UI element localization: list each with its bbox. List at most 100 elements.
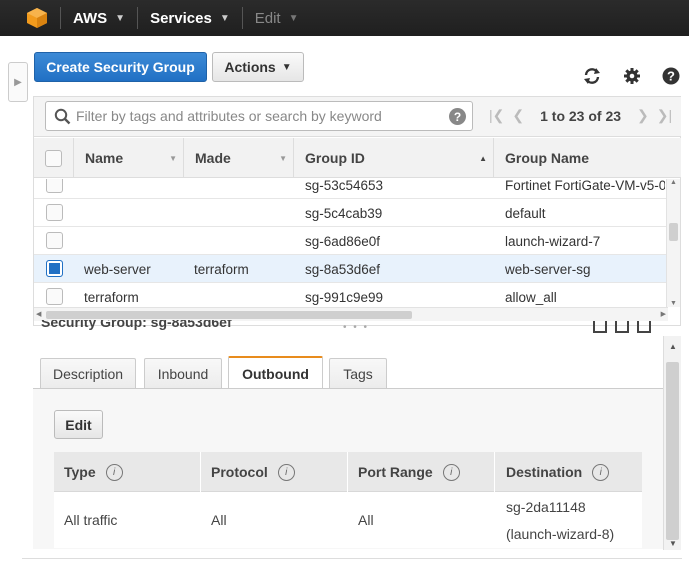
sort-icon: ▼ [279, 153, 287, 163]
column-header-name[interactable]: Name ▼ [74, 138, 184, 178]
drag-handle-icon[interactable]: • • • [343, 322, 369, 333]
create-security-group-button[interactable]: Create Security Group [34, 52, 207, 82]
search-icon [54, 108, 71, 128]
tab-description[interactable]: Description [40, 358, 136, 388]
table-vertical-scrollbar[interactable]: ▲ ▼ [666, 179, 680, 307]
table-row[interactable]: sg-53c54653 Fortinet FortiGate-VM-v5-0-9… [34, 179, 666, 199]
pagination-count: 1 to 23 of 23 [540, 107, 622, 124]
nav-divider [241, 7, 243, 29]
aws-cube-icon[interactable] [26, 7, 48, 29]
first-page-icon[interactable]: |❮ [489, 107, 504, 124]
tab-inbound[interactable]: Inbound [144, 358, 222, 388]
table-header: Name ▼ Made ▼ Group ID ▲ Group Name [34, 138, 681, 178]
svg-text:?: ? [667, 69, 675, 84]
chevron-right-icon: ▶ [14, 76, 22, 88]
info-icon[interactable]: i [592, 463, 610, 481]
row-checkbox[interactable] [46, 204, 63, 221]
prev-page-icon[interactable]: ❮ [512, 107, 524, 124]
search-input[interactable]: Filter by tags and attributes or search … [45, 101, 473, 131]
table-horizontal-scrollbar[interactable]: ◀ ▶ [34, 307, 668, 321]
scroll-left-icon[interactable]: ◀ [36, 310, 41, 318]
cell-group-id: sg-8a53d6ef [305, 261, 381, 277]
detail-vertical-scrollbar[interactable]: ▲ ▼ [663, 336, 681, 550]
layout-toggle-icon[interactable] [637, 321, 651, 333]
info-icon[interactable]: i [105, 463, 123, 481]
security-groups-grid: Filter by tags and attributes or search … [33, 96, 681, 326]
cell-made: terraform [194, 261, 249, 277]
tab-outbound[interactable]: Outbound [228, 356, 323, 389]
detail-header-title: Security Group: sg-8a53d6ef [41, 320, 232, 330]
select-all-checkbox[interactable] [45, 149, 62, 167]
pagination: |❮ ❮ 1 to 23 of 23 ❯ ❯| [485, 107, 676, 124]
aws-menu-label: AWS [73, 9, 108, 27]
cell-made [194, 199, 299, 227]
scroll-up-icon[interactable]: ▲ [670, 179, 677, 186]
column-header-name-label: Name [85, 150, 124, 166]
tab-tags[interactable]: Tags [329, 358, 387, 388]
rules-table-header: Type i Protocol i Port Range i Destinati… [54, 452, 642, 492]
info-icon[interactable]: i [277, 463, 295, 481]
top-nav-bar: AWS ▼ Services ▼ Edit ▼ [0, 0, 689, 36]
outbound-rules-table: Type i Protocol i Port Range i Destinati… [54, 452, 642, 548]
last-page-icon[interactable]: ❯| [657, 107, 672, 124]
rules-column-port-range: Port Range i [348, 452, 495, 492]
cell-group-name: Fortinet FortiGate-VM-v5-0-9... [505, 179, 665, 193]
refresh-icon[interactable] [582, 66, 602, 86]
actions-button-label: Actions [224, 59, 276, 75]
rules-column-protocol: Protocol i [201, 452, 348, 492]
table-row[interactable]: sg-6ad86e0f launch-wizard-7 [34, 227, 666, 255]
layout-toggle-icon[interactable] [593, 321, 607, 333]
edit-rules-button[interactable]: Edit [54, 410, 103, 439]
edit-menu-label: Edit [254, 9, 281, 27]
chevron-down-icon: ▼ [288, 12, 299, 24]
rule-protocol: All [211, 512, 227, 528]
rules-column-type: Type i [54, 452, 201, 492]
rule-destination-name: (launch-wizard-8) [506, 526, 615, 542]
scroll-down-icon[interactable]: ▼ [670, 300, 677, 307]
cell-group-id: sg-991c9e99 [305, 289, 384, 305]
cell-name [84, 179, 189, 199]
cell-name: terraform [84, 289, 139, 305]
scroll-down-icon[interactable]: ▼ [669, 539, 677, 548]
row-checkbox[interactable] [46, 288, 63, 305]
column-header-made[interactable]: Made ▼ [184, 138, 294, 178]
help-icon[interactable]: ? [449, 108, 466, 125]
services-menu[interactable]: Services ▼ [150, 10, 230, 27]
help-icon[interactable]: ? [661, 66, 681, 86]
info-icon[interactable]: i [442, 463, 460, 481]
side-panel-toggle[interactable]: ▶ [8, 62, 28, 102]
cell-group-id: sg-5c4cab39 [305, 205, 383, 221]
edit-menu[interactable]: Edit ▼ [255, 10, 299, 27]
panel-splitter[interactable]: Security Group: sg-8a53d6ef • • • [33, 320, 663, 334]
scrollbar-thumb[interactable] [669, 223, 678, 241]
layout-toggle-icon[interactable] [615, 321, 629, 333]
aws-menu[interactable]: AWS ▼ [73, 10, 125, 27]
table-row[interactable]: sg-5c4cab39 default [34, 199, 666, 227]
cell-made [194, 283, 299, 307]
scrollbar-thumb[interactable] [46, 311, 412, 319]
cell-group-name: web-server-sg [505, 261, 591, 277]
table-row-selected[interactable]: web-server terraform sg-8a53d6ef web-ser… [34, 255, 666, 283]
cell-name [84, 199, 189, 227]
cell-group-name: default [505, 205, 546, 221]
next-page-icon[interactable]: ❯ [637, 107, 649, 124]
gear-icon[interactable] [622, 66, 642, 86]
row-checkbox[interactable] [46, 232, 63, 249]
actions-button[interactable]: Actions ▼ [212, 52, 304, 82]
scrollbar-thumb[interactable] [666, 362, 679, 540]
column-header-group-name[interactable]: Group Name [494, 138, 681, 178]
filter-bar: Filter by tags and attributes or search … [34, 97, 681, 137]
select-all-cell [34, 138, 74, 178]
chevron-down-icon: ▼ [281, 61, 292, 73]
chevron-down-icon: ▼ [219, 12, 230, 24]
column-header-group-id[interactable]: Group ID ▲ [294, 138, 494, 178]
scroll-right-icon[interactable]: ▶ [661, 310, 666, 318]
rules-column-destination: Destination i [495, 452, 642, 492]
scroll-up-icon[interactable]: ▲ [669, 342, 677, 351]
table-row[interactable]: terraform sg-991c9e99 allow_all [34, 283, 666, 307]
row-checkbox[interactable] [46, 179, 63, 193]
column-header-group-name-label: Group Name [505, 150, 590, 166]
rules-column-port-range-label: Port Range [358, 464, 433, 480]
row-checkbox-checked[interactable] [46, 260, 63, 277]
rule-destination-id[interactable]: sg-2da11148 [506, 499, 586, 515]
